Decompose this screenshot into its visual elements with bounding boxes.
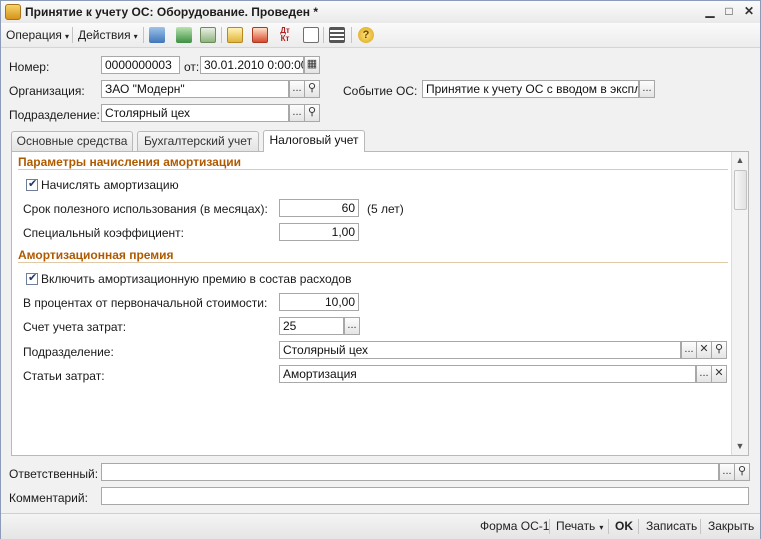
- calendar-icon[interactable]: ▦: [304, 56, 320, 74]
- bonus-percent-label: В процентах от первоначальной стоимости:: [23, 296, 268, 310]
- form-os1-button[interactable]: Форма ОС-1: [480, 519, 549, 533]
- responsible-field[interactable]: [101, 463, 719, 481]
- unpost-icon[interactable]: [252, 27, 268, 43]
- minimize-button[interactable]: ▁: [702, 4, 718, 19]
- scroll-up-icon[interactable]: ▲: [732, 153, 748, 167]
- toolbar: Операция ▾ Действия ▾ Дт Кт ?: [1, 23, 760, 48]
- scroll-down-icon[interactable]: ▼: [732, 439, 748, 453]
- tab-accounting[interactable]: Бухгалтерский учет: [137, 131, 259, 151]
- maximize-button[interactable]: □: [721, 4, 737, 19]
- list-icon[interactable]: [303, 27, 319, 43]
- operation-menu-label: Операция: [6, 28, 62, 42]
- panel-scrollbar[interactable]: ▲ ▼: [731, 152, 748, 455]
- command-separator: [638, 519, 639, 534]
- organization-select-button[interactable]: ...: [289, 80, 305, 98]
- checkmark-icon: ✔: [28, 178, 38, 190]
- comment-label: Комментарий:: [9, 491, 88, 505]
- actions-menu-label: Действия: [78, 28, 131, 42]
- department-label: Подразделение:: [9, 108, 100, 122]
- close-window-button[interactable]: ✕: [741, 4, 757, 19]
- structure-icon[interactable]: [329, 27, 345, 43]
- event-select-button[interactable]: ...: [639, 80, 655, 98]
- tax-department-label: Подразделение:: [23, 345, 114, 359]
- cost-items-field[interactable]: Амортизация: [279, 365, 696, 383]
- operation-menu-button[interactable]: Операция ▾: [6, 27, 69, 43]
- document-window: Принятие к учету ОС: Оборудование. Прове…: [0, 0, 761, 539]
- responsible-select-button[interactable]: ...: [719, 463, 735, 481]
- actions-menu-button[interactable]: Действия ▾: [78, 27, 138, 43]
- checkmark-icon: ✔: [28, 272, 38, 284]
- close-button[interactable]: Закрыть: [708, 519, 754, 533]
- cost-account-select-button[interactable]: ...: [344, 317, 360, 335]
- cost-items-label: Статьи затрат:: [23, 369, 105, 383]
- bonus-percent-field[interactable]: 10,00: [279, 293, 359, 311]
- useful-life-label: Срок полезного использования (в месяцах)…: [23, 202, 268, 216]
- clear-icon[interactable]: ✕: [696, 341, 712, 359]
- tax-accounting-panel: Параметры начисления амортизации ✔ Начис…: [11, 151, 749, 456]
- tax-department-field[interactable]: Столярный цех: [279, 341, 681, 359]
- window-title: Принятие к учету ОС: Оборудование. Прове…: [25, 5, 319, 19]
- app-icon: [5, 4, 21, 20]
- toolbar-separator: [221, 27, 222, 43]
- section-divider: [18, 169, 728, 170]
- toolbar-separator: [143, 27, 144, 43]
- chevron-down-icon: ▾: [64, 32, 69, 41]
- tab-fixed-assets[interactable]: Основные средства: [11, 131, 133, 151]
- chevron-down-icon: ▾: [133, 32, 138, 41]
- refresh-icon[interactable]: [176, 27, 192, 43]
- responsible-label: Ответственный:: [9, 467, 99, 481]
- charge-depreciation-label: Начислять амортизацию: [41, 178, 179, 192]
- section-divider: [18, 262, 728, 263]
- event-label: Событие ОС:: [343, 84, 418, 98]
- number-label: Номер:: [9, 60, 50, 74]
- toolbar-separator: [323, 27, 324, 43]
- department-select-button[interactable]: ...: [289, 104, 305, 122]
- comment-field[interactable]: [101, 487, 749, 505]
- special-coefficient-label: Специальный коэффициент:: [23, 226, 184, 240]
- print-menu-label: Печать: [556, 519, 596, 533]
- tax-department-select-button[interactable]: ...: [681, 341, 697, 359]
- organization-field[interactable]: ЗАО "Модерн": [101, 80, 289, 98]
- toolbar-separator: [72, 27, 73, 43]
- search-icon[interactable]: ⚲: [711, 341, 727, 359]
- post-icon[interactable]: [227, 27, 243, 43]
- cost-items-select-button[interactable]: ...: [696, 365, 712, 383]
- useful-life-note: (5 лет): [367, 202, 404, 216]
- command-separator: [549, 519, 550, 534]
- copy-icon[interactable]: [200, 27, 216, 43]
- special-coefficient-field[interactable]: 1,00: [279, 223, 359, 241]
- useful-life-field[interactable]: 60: [279, 199, 359, 217]
- command-bar: Форма ОС-1 Печать ▾ OK Записать Закрыть: [1, 513, 760, 539]
- cost-account-field[interactable]: 25: [279, 317, 344, 335]
- include-bonus-label: Включить амортизационную премию в состав…: [41, 272, 352, 286]
- title-bar: Принятие к учету ОС: Оборудование. Прове…: [1, 1, 760, 24]
- date-label: от:: [184, 60, 200, 74]
- ok-button[interactable]: OK: [615, 519, 633, 533]
- section-title-bonus: Амортизационная премия: [18, 248, 174, 262]
- department-field[interactable]: Столярный цех: [101, 104, 289, 122]
- clear-icon[interactable]: ✕: [711, 365, 727, 383]
- save-button[interactable]: Записать: [646, 519, 697, 533]
- number-field[interactable]: 0000000003: [101, 56, 180, 74]
- toolbar-separator: [351, 27, 352, 43]
- chevron-down-icon: ▾: [599, 523, 604, 532]
- cost-account-label: Счет учета затрат:: [23, 320, 127, 334]
- tab-tax-accounting[interactable]: Налоговый учет: [263, 130, 365, 152]
- command-separator: [608, 519, 609, 534]
- include-bonus-checkbox[interactable]: ✔: [26, 272, 38, 285]
- search-icon[interactable]: ⚲: [304, 104, 320, 122]
- scrollbar-thumb[interactable]: [734, 170, 747, 210]
- charge-depreciation-checkbox[interactable]: ✔: [26, 178, 38, 191]
- command-separator: [700, 519, 701, 534]
- organization-label: Организация:: [9, 84, 85, 98]
- print-menu-button[interactable]: Печать ▾: [556, 519, 603, 533]
- help-icon[interactable]: ?: [358, 27, 374, 43]
- dt-kt-icon[interactable]: Дт Кт: [277, 27, 293, 43]
- event-field[interactable]: Принятие к учету ОС с вводом в эксплуат: [422, 80, 639, 98]
- go-back-icon[interactable]: [149, 27, 165, 43]
- search-icon[interactable]: ⚲: [734, 463, 750, 481]
- search-icon[interactable]: ⚲: [304, 80, 320, 98]
- section-title-depreciation: Параметры начисления амортизации: [18, 155, 241, 169]
- date-field[interactable]: 30.01.2010 0:00:00: [200, 56, 304, 74]
